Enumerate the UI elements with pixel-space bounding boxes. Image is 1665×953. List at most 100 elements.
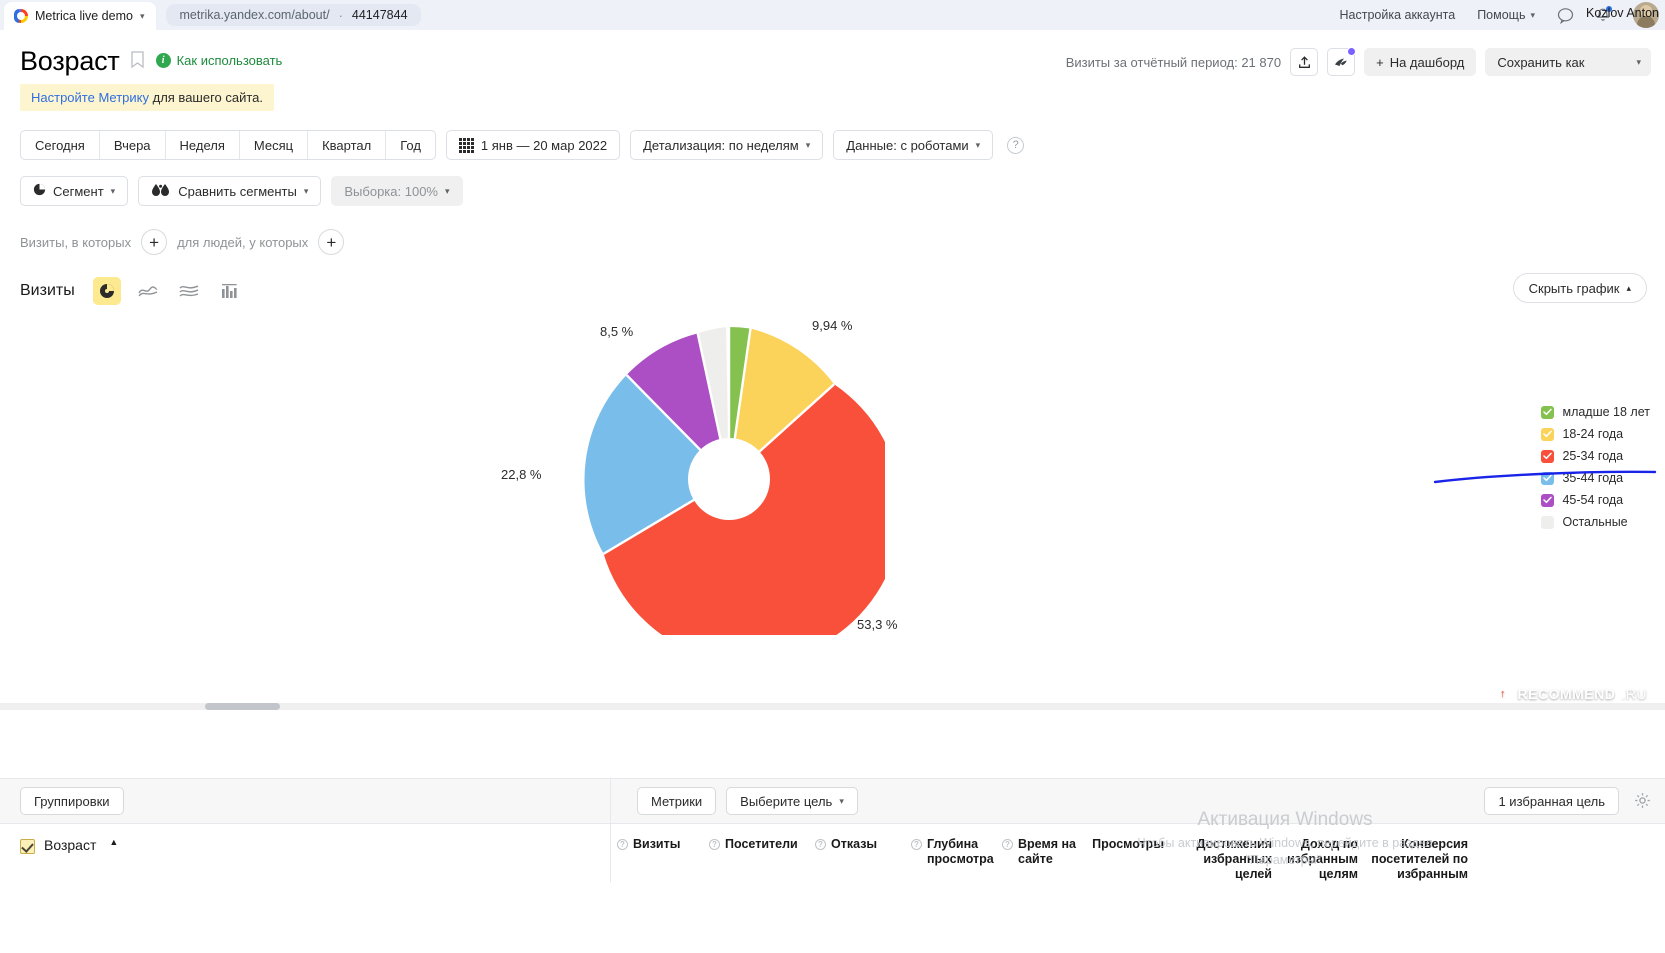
save-as-button[interactable]: Сохранить как ▾ — [1485, 48, 1651, 76]
report-header: Возраст i Как использовать Визиты за отч… — [0, 30, 1665, 75]
sort-ascending-icon[interactable]: ▲ — [109, 837, 118, 847]
data-robots-label: Данные: с роботами — [846, 138, 968, 153]
period-quarter[interactable]: Квартал — [308, 131, 386, 159]
donut-hole — [688, 438, 770, 520]
account-settings-link[interactable]: Настройка аккаунта — [1340, 8, 1456, 22]
column-header-conversion[interactable]: Конверсия посетителей по избранным — [1364, 837, 1474, 882]
column-header-time-on-site[interactable]: ? Время на сайте — [996, 837, 1088, 882]
legend-checkbox-icon[interactable] — [1541, 406, 1554, 419]
help-question-icon[interactable]: ? — [1007, 137, 1024, 154]
dimension-checkbox[interactable] — [20, 839, 35, 854]
report-header-actions: Визиты за отчётный период: 21 870 + На д… — [1066, 48, 1651, 76]
compare-segments-dropdown[interactable]: Сравнить сегменты ▾ — [138, 176, 321, 206]
column-header-visitors[interactable]: ? Посетители — [703, 837, 809, 882]
period-week[interactable]: Неделя — [166, 131, 240, 159]
column-label: Доход по избранным целям — [1284, 837, 1358, 882]
browser-tab[interactable]: Metrica live demo ▾ — [4, 2, 156, 30]
data-robots-dropdown[interactable]: Данные: с роботами ▾ — [833, 130, 993, 160]
column-header-goal-completions[interactable]: Достижения избранных целей — [1170, 837, 1278, 882]
viz-pie-icon[interactable] — [93, 277, 121, 305]
add-to-dashboard-label: На дашборд — [1390, 55, 1465, 70]
legend-item-25-34[interactable]: 25-34 года — [1541, 449, 1650, 463]
viz-area-icon[interactable] — [175, 277, 203, 305]
donut-chart[interactable] — [573, 323, 885, 635]
table-toolbar-left: Группировки — [0, 779, 611, 823]
chevron-down-icon: ▾ — [976, 140, 981, 151]
period-filter-row: Сегодня Вчера Неделя Месяц Квартал Год 1… — [0, 111, 1665, 160]
legend-item-other[interactable]: Остальные — [1541, 515, 1650, 529]
donut-svg — [573, 323, 885, 635]
detail-dropdown[interactable]: Детализация: по неделям ▾ — [630, 130, 823, 160]
info-icon: ? — [709, 839, 720, 850]
bookmark-icon[interactable] — [131, 51, 144, 74]
legend-checkbox-icon[interactable] — [1541, 516, 1554, 529]
column-header-visits[interactable]: ? Визиты — [611, 837, 703, 882]
help-menu[interactable]: Помощь ▾ — [1477, 8, 1535, 22]
add-to-dashboard-button[interactable]: + На дашборд — [1364, 48, 1476, 76]
date-range-picker[interactable]: 1 янв — 20 мар 2022 — [446, 130, 620, 160]
period-yesterday[interactable]: Вчера — [100, 131, 166, 159]
chevron-down-icon: ▾ — [111, 186, 116, 197]
detail-label: Детализация: по неделям — [643, 138, 799, 153]
setup-tip-banner: Настройте Метрику для вашего сайта. — [20, 84, 274, 111]
column-header-pageviews[interactable]: Просмотры — [1088, 837, 1170, 882]
setup-metrica-link[interactable]: Настройте Метрику — [31, 90, 149, 105]
plus-icon: + — [1376, 55, 1384, 70]
groupings-button[interactable]: Группировки — [20, 787, 124, 815]
column-header-page-depth[interactable]: ? Глубина просмотра — [905, 837, 996, 882]
url-counter-chip[interactable]: metrika.yandex.com/about/ · 44147844 — [166, 4, 420, 26]
column-header-bounces[interactable]: ? Отказы — [809, 837, 905, 882]
legend-label: 45-54 года — [1562, 493, 1623, 507]
column-label: Время на сайте — [1018, 837, 1082, 867]
segment-dropdown[interactable]: Сегмент ▾ — [20, 176, 128, 206]
chart-metric-label: Визиты — [20, 282, 75, 300]
select-goal-label: Выберите цель — [740, 794, 832, 809]
yandex-metrica-logo-icon — [14, 9, 28, 23]
legend-item-18-24[interactable]: 18-24 года — [1541, 427, 1650, 441]
metrics-button[interactable]: Метрики — [637, 787, 716, 815]
period-month[interactable]: Месяц — [240, 131, 308, 159]
legend-item-35-44[interactable]: 35-44 года — [1541, 471, 1650, 485]
export-button[interactable] — [1290, 48, 1318, 76]
period-today[interactable]: Сегодня — [21, 131, 100, 159]
dimension-column-header[interactable]: Возраст ▲ — [0, 824, 611, 882]
horizontal-scrollbar[interactable] — [0, 703, 1665, 710]
favorite-goal-button[interactable]: 1 избранная цель — [1484, 787, 1619, 815]
legend-label: 25-34 года — [1562, 449, 1623, 463]
compare-drops-icon — [151, 183, 171, 200]
legend-item-under-18[interactable]: младше 18 лет — [1541, 405, 1650, 419]
sampling-dropdown[interactable]: Выборка: 100% ▾ — [331, 176, 462, 206]
legend-checkbox-icon[interactable] — [1541, 450, 1554, 463]
sampling-label: Выборка: 100% — [344, 184, 438, 199]
legend-checkbox-icon[interactable] — [1541, 472, 1554, 485]
chevron-down-icon[interactable]: ▾ — [140, 11, 145, 22]
gear-icon[interactable] — [1634, 792, 1651, 814]
chevron-up-icon: ▴ — [1626, 283, 1631, 294]
chevron-down-icon: ▾ — [304, 186, 309, 197]
scrollbar-thumb[interactable] — [205, 703, 280, 710]
site-url: metrika.yandex.com/about/ — [179, 8, 329, 22]
viz-line-icon[interactable] — [134, 277, 162, 305]
visits-summary: Визиты за отчётный период: 21 870 — [1066, 55, 1281, 70]
period-year[interactable]: Год — [386, 131, 435, 159]
column-label: Достижения избранных целей — [1176, 837, 1272, 882]
compare-segments-label: Сравнить сегменты — [178, 184, 297, 199]
condition-filter-row: Визиты, в которых + для людей, у которых… — [0, 206, 1665, 255]
info-icon: ? — [911, 839, 922, 850]
viz-bar-icon[interactable] — [216, 277, 244, 305]
legend-checkbox-icon[interactable] — [1541, 428, 1554, 441]
chat-icon[interactable] — [1557, 7, 1573, 23]
ai-insights-button[interactable] — [1327, 48, 1355, 76]
add-people-condition-button[interactable]: + — [318, 229, 344, 255]
info-icon: ? — [815, 839, 826, 850]
legend-checkbox-icon[interactable] — [1541, 494, 1554, 507]
hide-chart-button[interactable]: Скрыть график ▴ — [1513, 273, 1647, 303]
column-label: Отказы — [831, 837, 877, 852]
select-goal-dropdown[interactable]: Выберите цель ▾ — [726, 787, 858, 815]
report-table: Группировки Метрики Выберите цель ▾ 1 из… — [0, 778, 1665, 953]
how-to-use-link[interactable]: i Как использовать — [156, 53, 283, 68]
recommend-label: RECOMMEND — [1518, 686, 1616, 702]
add-visit-condition-button[interactable]: + — [141, 229, 167, 255]
legend-item-45-54[interactable]: 45-54 года — [1541, 493, 1650, 507]
column-header-goal-revenue[interactable]: Доход по избранным целям — [1278, 837, 1364, 882]
